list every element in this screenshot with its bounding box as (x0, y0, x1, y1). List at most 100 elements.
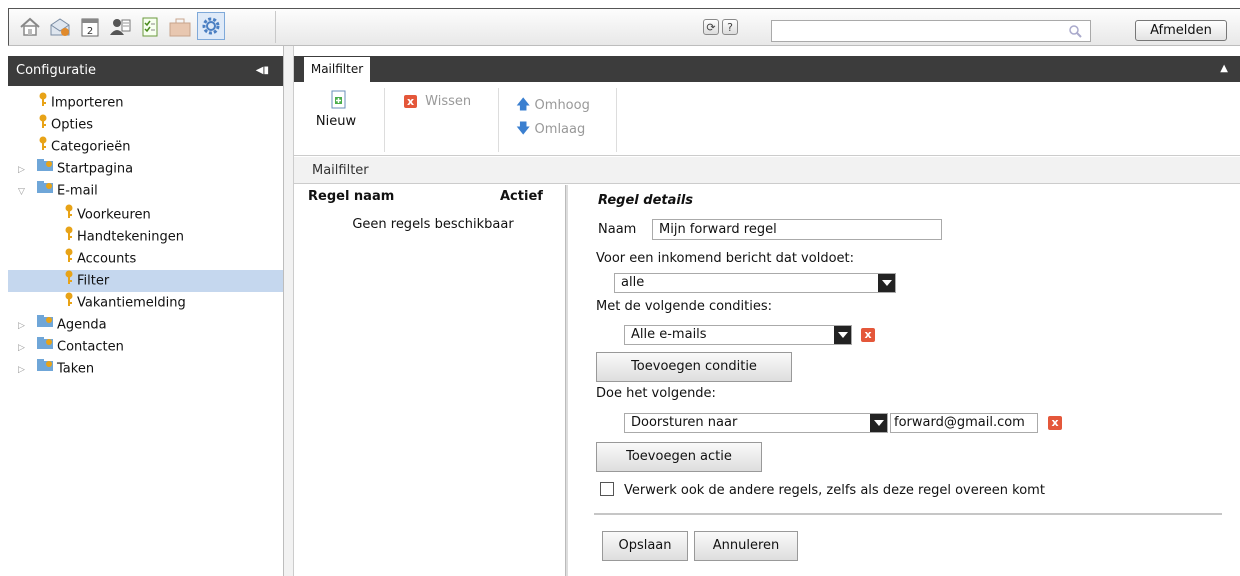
sidebar-item-importeren[interactable]: Importeren (38, 92, 123, 114)
search-input[interactable] (771, 20, 1091, 42)
key-icon (38, 92, 48, 114)
sidebar-item-agenda[interactable]: Agenda (36, 314, 107, 336)
sidebar-item-label: Voorkeuren (77, 207, 151, 223)
continue-processing-label: Verwerk ook de andere regels, zelfs als … (624, 483, 1045, 498)
cancel-button[interactable]: Annuleren (694, 531, 798, 561)
key-icon (64, 292, 74, 314)
sidebar-item-label: Taken (57, 361, 95, 377)
remove-condition-icon[interactable]: x (861, 328, 875, 342)
ribbon-group-delete: x Wissen (384, 88, 499, 152)
section-title: Mailfilter (312, 163, 369, 178)
app-switcher: 2 (11, 11, 276, 43)
details-divider (594, 513, 1222, 515)
collapse-up-icon[interactable]: ▲ (1220, 63, 1228, 74)
move-up-label: Omhoog (534, 98, 590, 113)
contacts-icon[interactable] (107, 14, 133, 40)
expand-icon[interactable]: ▷ (18, 165, 25, 175)
tab-mailfilter[interactable]: Mailfilter (304, 57, 370, 82)
section-header: Mailfilter (294, 157, 1240, 184)
pane-splitter[interactable] (284, 46, 294, 576)
delete-button[interactable]: x Wissen (404, 94, 471, 109)
settings-icon[interactable] (197, 12, 225, 40)
sidebar-item-label: Categorieën (51, 139, 131, 155)
folder-icon (36, 358, 54, 380)
continue-processing-checkbox[interactable] (600, 482, 614, 496)
home-icon[interactable] (17, 14, 43, 40)
column-active[interactable]: Actief (500, 189, 543, 204)
search-icon[interactable] (1068, 24, 1082, 38)
remove-action-icon[interactable]: x (1048, 416, 1062, 430)
sidebar-item-opties[interactable]: Opties (38, 114, 93, 136)
sidebar-item-filter[interactable]: Filter (64, 270, 109, 292)
sidebar-item-vakantiemelding[interactable]: Vakantiemelding (64, 292, 186, 314)
ribbon-group-new: Nieuw (304, 88, 385, 152)
logout-button[interactable]: Afmelden (1135, 20, 1227, 41)
conditions-label: Met de volgende condities: (596, 299, 773, 314)
collapse-icon[interactable]: ◀▮ (256, 56, 269, 86)
ribbon-toolbar: Nieuw x Wissen 🡅 Omhoog 🡇 Omlaag (294, 82, 1240, 156)
delete-label: Wissen (425, 94, 472, 109)
forward-address-field[interactable]: forward@gmail.com (890, 413, 1038, 433)
folder-icon (36, 336, 54, 358)
expand-icon[interactable]: ▷ (18, 321, 25, 331)
key-icon (38, 136, 48, 158)
sidebar-item-label: Filter (77, 273, 110, 289)
key-icon (64, 248, 74, 270)
sidebar-item-email[interactable]: E-mail (36, 180, 98, 202)
sidebar-item-label: E-mail (57, 183, 98, 199)
collapse-tree-icon[interactable]: ▽ (18, 187, 25, 197)
add-action-button[interactable]: Toevoegen actie (596, 442, 762, 472)
calendar-icon[interactable]: 2 (77, 14, 103, 40)
sidebar-item-accounts[interactable]: Accounts (64, 248, 136, 270)
sidebar-item-label: Contacten (57, 339, 124, 355)
rule-name-field[interactable]: Mijn forward regel (652, 219, 942, 240)
match-select-value: alle (621, 275, 645, 290)
sidebar-item-label: Opties (51, 117, 93, 133)
briefcase-icon[interactable] (167, 14, 193, 40)
add-condition-button[interactable]: Toevoegen conditie (596, 352, 792, 382)
actions-label: Doe het volgende: (596, 386, 716, 401)
sidebar-title: Configuratie (16, 63, 96, 78)
new-document-icon[interactable] (330, 90, 348, 114)
sidebar-item-categorieen[interactable]: Categorieën (38, 136, 131, 158)
ribbon-group-order: 🡅 Omhoog 🡇 Omlaag (498, 88, 617, 152)
sidebar-item-label: Vakantiemelding (77, 295, 186, 311)
help-icon[interactable]: ? (722, 19, 738, 35)
calendar-day: 2 (87, 26, 93, 37)
name-label: Naam (598, 222, 637, 237)
save-button[interactable]: Opslaan (602, 531, 688, 561)
match-label: Voor een inkomend bericht dat voldoet: (596, 251, 855, 266)
match-select[interactable]: alle (614, 273, 896, 293)
sidebar-item-handtekeningen[interactable]: Handtekeningen (64, 226, 184, 248)
move-down-button[interactable]: 🡇 Omlaag (516, 118, 585, 142)
key-icon (64, 204, 74, 226)
sidebar-item-voorkeuren[interactable]: Voorkeuren (64, 204, 151, 226)
new-button[interactable]: Nieuw (304, 114, 368, 129)
dropdown-arrow-icon[interactable] (878, 274, 895, 292)
refresh-icon[interactable]: ⟳ (703, 19, 719, 35)
sidebar-item-contacten[interactable]: Contacten (36, 336, 124, 358)
column-rule-name[interactable]: Regel naam (308, 189, 394, 204)
condition-select-value: Alle e-mails (631, 327, 707, 342)
move-up-button[interactable]: 🡅 Omhoog (516, 94, 590, 118)
dropdown-arrow-icon[interactable] (870, 414, 887, 432)
sidebar-item-label: Agenda (57, 317, 107, 333)
sidebar-item-label: Handtekeningen (77, 229, 184, 245)
expand-icon[interactable]: ▷ (18, 365, 25, 375)
move-down-label: Omlaag (534, 122, 586, 137)
action-select-value: Doorsturen naar (631, 415, 738, 430)
arrow-up-icon: 🡅 (516, 97, 531, 113)
details-heading: Regel details (598, 193, 694, 208)
dropdown-arrow-icon[interactable] (834, 326, 851, 344)
action-select[interactable]: Doorsturen naar (624, 413, 888, 433)
list-header: Regel naam Actief (302, 189, 558, 209)
sidebar-item-taken[interactable]: Taken (36, 358, 94, 380)
expand-icon[interactable]: ▷ (18, 343, 25, 353)
rules-list: Regel naam Actief Geen regels beschikbaa… (302, 185, 566, 576)
sidebar-item-startpagina[interactable]: Startpagina (36, 158, 133, 180)
key-icon (64, 270, 74, 292)
condition-select[interactable]: Alle e-mails (624, 325, 852, 345)
sidebar: Configuratie ◀▮ Importeren Opties Catego… (8, 46, 284, 576)
tasks-icon[interactable] (137, 14, 163, 40)
mail-icon[interactable] (47, 14, 73, 40)
